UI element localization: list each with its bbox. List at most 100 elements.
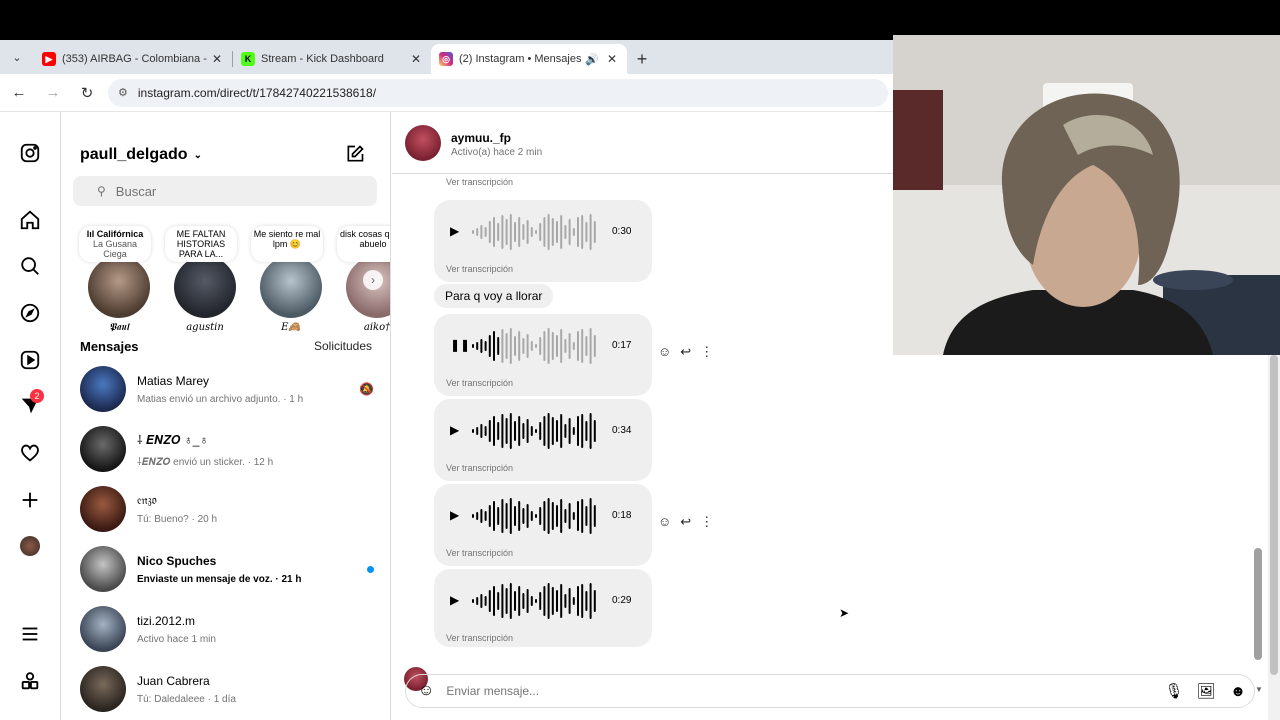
voice-message: ❚❚ 0:17 Ver transcripción xyxy=(434,314,652,396)
transcript-link[interactable]: Ver transcripción xyxy=(446,378,513,388)
transcript-link[interactable]: Ver transcripción xyxy=(446,264,513,274)
thread-item[interactable]: Nico Spuches Enviaste un mensaje de voz. … xyxy=(80,542,380,596)
thread-item[interactable]: tizi.2012.m Activo hace 1 min xyxy=(80,602,380,656)
home-icon[interactable] xyxy=(19,209,41,231)
close-icon[interactable]: ✕ xyxy=(210,52,224,66)
page-scrollbar-thumb[interactable] xyxy=(1270,355,1278,675)
chat-username[interactable]: aymuu._fp xyxy=(451,131,511,145)
voice-message: ▶ 0:34 Ver transcripción xyxy=(434,399,652,481)
notification-badge: 2 xyxy=(30,389,44,403)
message-actions: ☺ ↩ ⋮ xyxy=(658,514,713,530)
avatar xyxy=(80,486,126,532)
avatar xyxy=(80,426,126,472)
voice-duration: 0:34 xyxy=(612,425,632,436)
react-icon[interactable]: ☺ xyxy=(658,514,671,530)
reload-button[interactable]: ↻ xyxy=(72,78,102,108)
sticker-icon[interactable]: ☻ xyxy=(1222,683,1254,700)
page-scrollbar[interactable] xyxy=(1268,355,1280,720)
url-field[interactable]: ⚙ instagram.com/direct/t/178427402215386… xyxy=(108,78,888,107)
waveform[interactable] xyxy=(470,581,600,621)
transcript-link[interactable]: Ver transcripción xyxy=(446,548,513,558)
thread-item[interactable]: 𝔢𝔫𝔷𝔬 Tú: Bueno? · 20 h xyxy=(80,482,380,536)
site-info-icon[interactable]: ⚙ xyxy=(118,86,128,99)
waveform[interactable] xyxy=(470,496,600,536)
instagram-logo-icon[interactable] xyxy=(19,142,41,164)
reply-icon[interactable]: ↩ xyxy=(680,344,691,360)
thread-name: Nico Spuches xyxy=(137,553,217,568)
note-bubble: lıl Califórnica La Gusana Ciega xyxy=(79,226,151,262)
message-input[interactable] xyxy=(446,684,1158,698)
emoji-icon[interactable]: ☺ xyxy=(418,682,434,700)
search-icon: ⚲ xyxy=(97,184,106,198)
chevron-right-icon[interactable]: › xyxy=(363,270,383,290)
play-icon[interactable]: ▶ xyxy=(450,508,459,522)
thread-item[interactable]: ⸸ 𝑬𝑵𝒁𝑶 ♁_♁ ⸸𝑬𝑵𝒁𝑶 envió un sticker. · 12 h xyxy=(80,422,380,476)
thread-name: Matias Marey xyxy=(137,373,210,388)
play-icon[interactable]: ▶ xyxy=(450,423,459,437)
thread-item[interactable]: Juan Cabrera Tú: Daledaleee · 1 día xyxy=(80,662,380,716)
note-username: E🙈 xyxy=(281,322,301,333)
waveform[interactable] xyxy=(470,212,600,252)
waveform[interactable] xyxy=(470,326,600,366)
messages-icon[interactable]: 2 xyxy=(19,389,44,417)
voice-message: ▶ 0:29 Ver transcripción xyxy=(434,569,652,647)
note-username: aiko† xyxy=(363,322,391,333)
thread-name: Juan Cabrera xyxy=(137,673,210,688)
instagram-favicon-icon: ◎ xyxy=(439,52,453,66)
menu-icon[interactable] xyxy=(19,623,41,645)
thread-preview: Tú: Daledaleee · 1 día xyxy=(137,693,236,705)
search-icon[interactable] xyxy=(19,255,41,277)
forward-button[interactable]: → xyxy=(38,78,68,108)
tab-instagram[interactable]: ◎ (2) Instagram • Mensajes 🔊 ✕ xyxy=(431,44,627,74)
voice-duration: 0:18 xyxy=(612,510,632,521)
compose-icon[interactable] xyxy=(345,144,365,164)
requests-link[interactable]: Solicitudes xyxy=(314,339,372,353)
unread-dot xyxy=(367,565,374,573)
avatar[interactable] xyxy=(405,125,441,161)
close-icon[interactable]: ✕ xyxy=(409,52,423,66)
new-tab-button[interactable]: + xyxy=(627,44,657,74)
tab-kick[interactable]: K Stream - Kick Dashboard ✕ xyxy=(233,44,431,74)
reels-icon[interactable] xyxy=(19,349,41,371)
transcript-link[interactable]: Ver transcripción xyxy=(446,177,513,187)
heart-icon[interactable] xyxy=(19,442,41,464)
mouse-cursor-icon: ➤ xyxy=(839,606,850,620)
transcript-link[interactable]: Ver transcripción xyxy=(446,463,513,473)
explore-icon[interactable] xyxy=(19,302,41,324)
thread-preview: Enviaste un mensaje de voz. · 21 h xyxy=(137,573,302,585)
microphone-icon[interactable]: 🎙 xyxy=(1158,682,1190,700)
play-icon[interactable]: ▶ xyxy=(450,224,459,238)
avatar xyxy=(260,256,322,318)
speaker-icon[interactable]: 🔊 xyxy=(585,53,599,66)
thread-text: 𝔢𝔫𝔷𝔬 Tú: Bueno? · 20 h xyxy=(137,493,380,525)
thread-text: Juan Cabrera Tú: Daledaleee · 1 día xyxy=(137,674,380,705)
thread-item[interactable]: Matias Marey Matias envió un archivo adju… xyxy=(80,362,380,416)
kick-icon: K xyxy=(241,52,255,66)
more-icon[interactable]: ⋮ xyxy=(700,514,713,530)
message-composer: ☺ 🎙 🖼 ☻ xyxy=(405,674,1255,708)
scroll-down-icon[interactable]: ▼ xyxy=(1255,685,1263,694)
tab-search-chevron-icon[interactable]: ⌄ xyxy=(0,40,34,74)
apps-icon[interactable] xyxy=(19,670,41,692)
play-icon[interactable]: ▶ xyxy=(450,593,459,607)
notes-row: lıl Califórnica La Gusana Ciega 𝕻𝖆𝖚𝖑 ME F… xyxy=(73,222,390,333)
note-bubble: Me siento re mal lpm 😊 xyxy=(251,226,323,262)
reply-icon[interactable]: ↩ xyxy=(680,514,691,530)
tab-title: (2) Instagram • Mensajes xyxy=(459,53,582,65)
chat-scrollbar[interactable] xyxy=(1254,548,1262,660)
search-input[interactable]: ⚲ Buscar xyxy=(73,176,377,206)
profile-avatar[interactable] xyxy=(19,535,41,557)
avatar xyxy=(88,256,150,318)
create-icon[interactable] xyxy=(19,489,41,511)
tab-youtube[interactable]: ▶ (353) AIRBAG - Colombiana - M ✕ xyxy=(34,44,232,74)
transcript-link[interactable]: Ver transcripción xyxy=(446,633,513,643)
close-icon[interactable]: ✕ xyxy=(605,52,619,66)
back-button[interactable]: ← xyxy=(4,78,34,108)
waveform[interactable] xyxy=(470,411,600,451)
account-switcher[interactable]: paull_delgado ⌄ xyxy=(80,146,202,164)
react-icon[interactable]: ☺ xyxy=(658,344,671,360)
image-icon[interactable]: 🖼 xyxy=(1190,682,1222,700)
more-icon[interactable]: ⋮ xyxy=(700,344,713,360)
voice-duration: 0:29 xyxy=(612,595,632,606)
pause-icon[interactable]: ❚❚ xyxy=(450,338,470,352)
